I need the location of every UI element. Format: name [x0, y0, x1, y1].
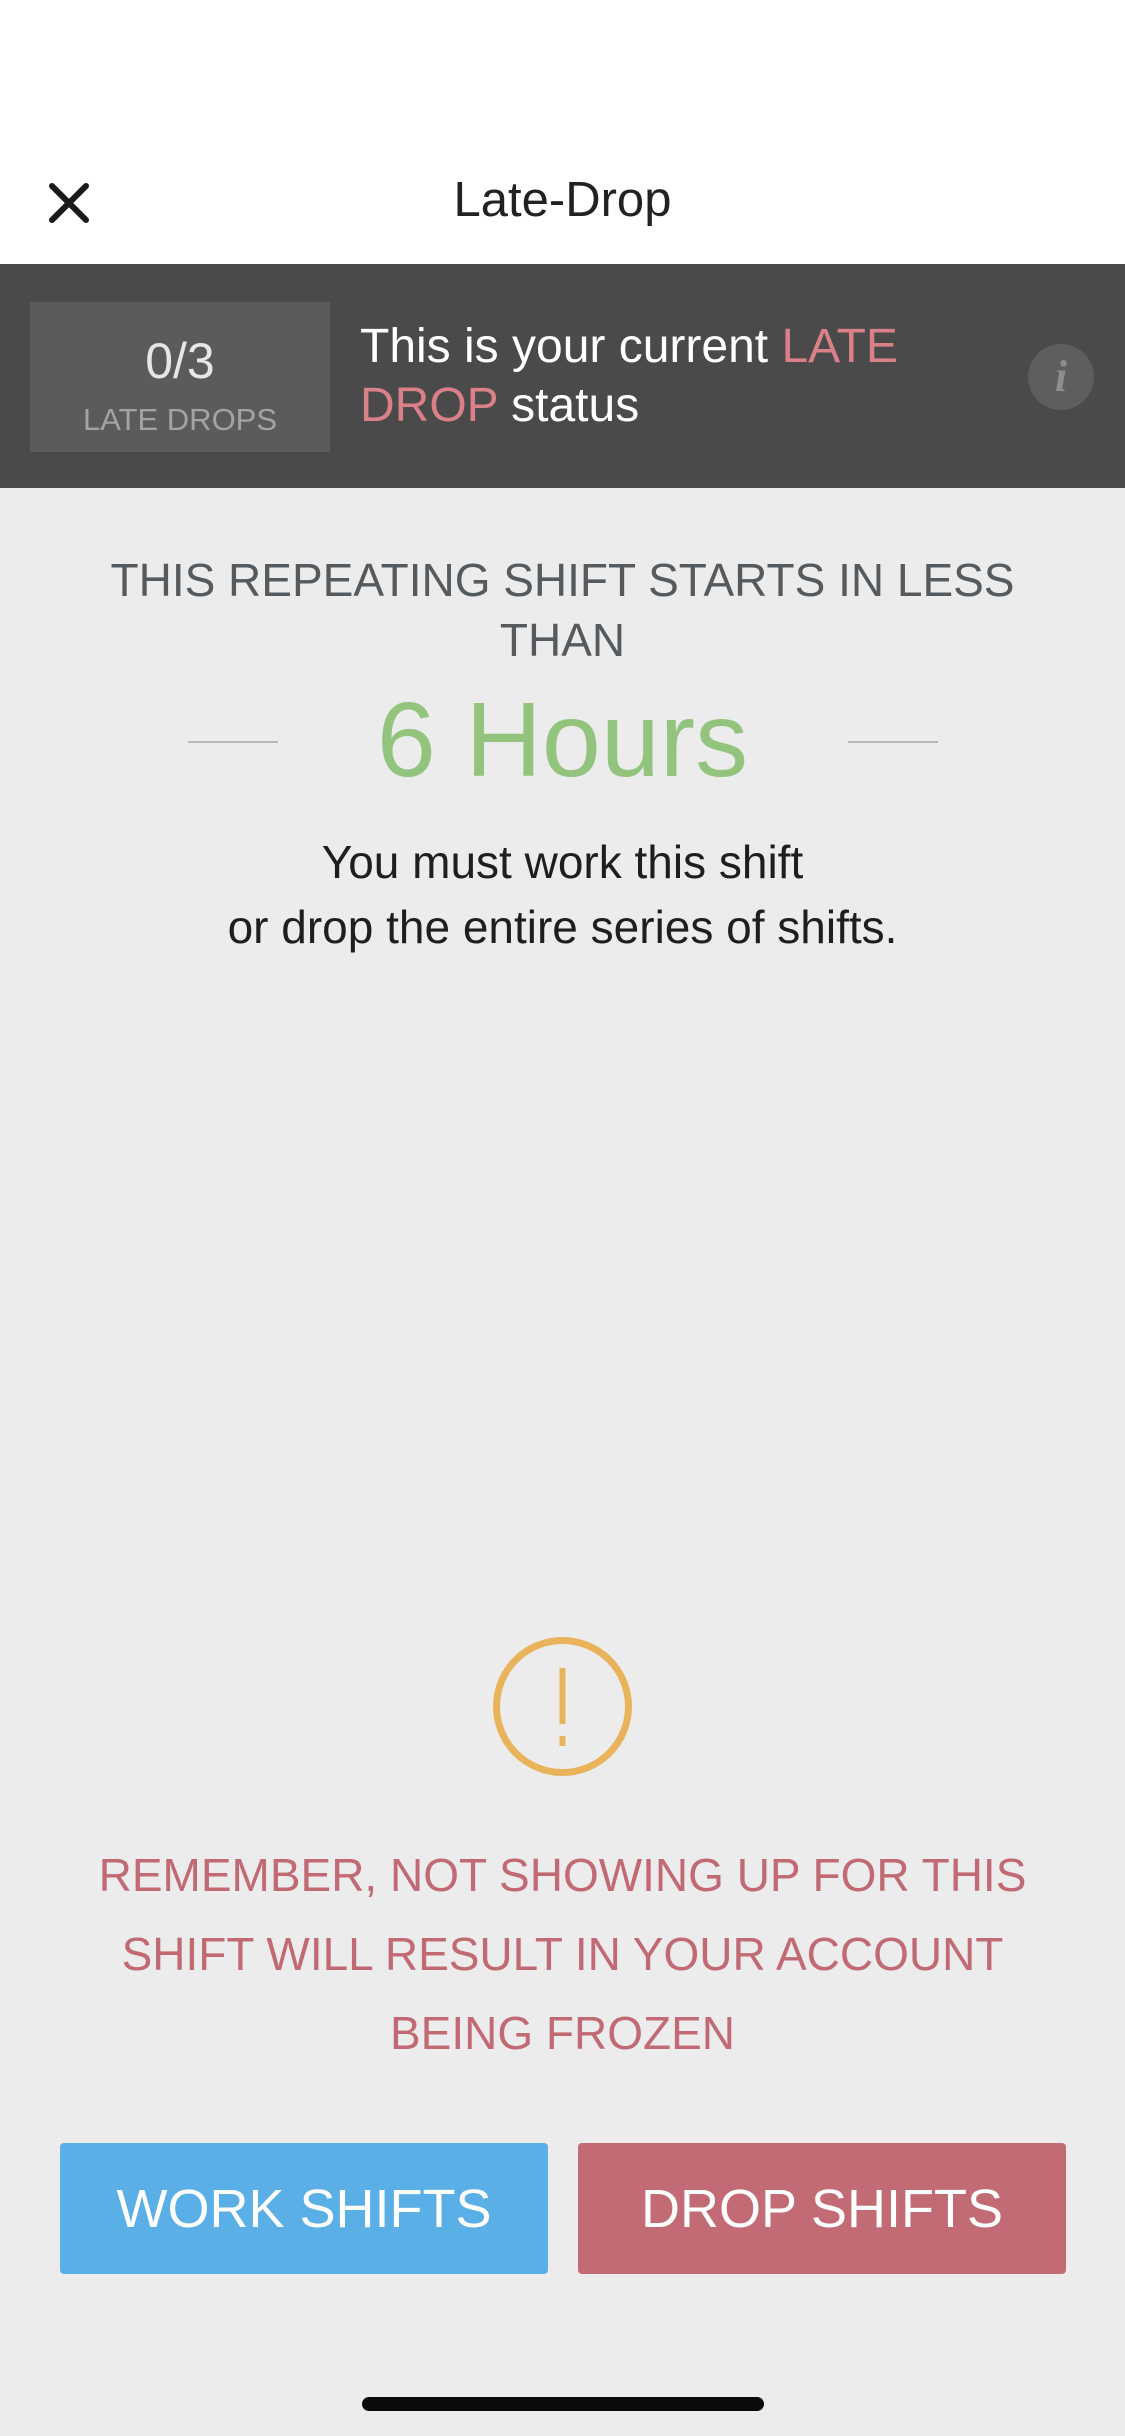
- time-until-shift: 6 Hours: [376, 681, 749, 799]
- status-message-prefix: This is your current: [360, 320, 782, 373]
- exclamation-circle-icon: [493, 1637, 632, 1776]
- shift-start-headline: THIS REPEATING SHIFT STARTS IN LESS THAN: [110, 554, 1015, 666]
- late-drop-count-label: LATE DROPS: [82, 402, 278, 437]
- instruction-line-2: or drop the entire series of shifts.: [227, 901, 898, 953]
- late-drop-status-bar: 0/3 LATE DROPS This is your current LATE…: [0, 264, 1125, 488]
- system-status-area: [0, 0, 1125, 152]
- status-message-suffix: status: [497, 379, 640, 432]
- info-button[interactable]: i: [1028, 344, 1094, 410]
- status-message: This is your current LATE DROP status: [360, 317, 970, 435]
- late-drop-count: 0/3: [145, 333, 215, 389]
- work-shifts-button[interactable]: WORK SHIFTS: [60, 2143, 548, 2274]
- late-drop-counter: 0/3 LATE DROPS: [30, 302, 330, 452]
- page-title: Late-Drop: [453, 173, 672, 227]
- info-icon: i: [1054, 352, 1068, 401]
- home-indicator[interactable]: [362, 2397, 764, 2411]
- shift-instructions: You must work this shift or drop the ent…: [100, 830, 1025, 960]
- navigation-bar: Late-Drop: [0, 152, 1125, 264]
- instruction-line-1: You must work this shift: [321, 836, 804, 888]
- account-frozen-warning: REMEMBER, NOT SHOWING UP FOR THIS SHIFT …: [98, 1849, 1027, 2059]
- drop-shifts-button[interactable]: DROP SHIFTS: [578, 2143, 1066, 2274]
